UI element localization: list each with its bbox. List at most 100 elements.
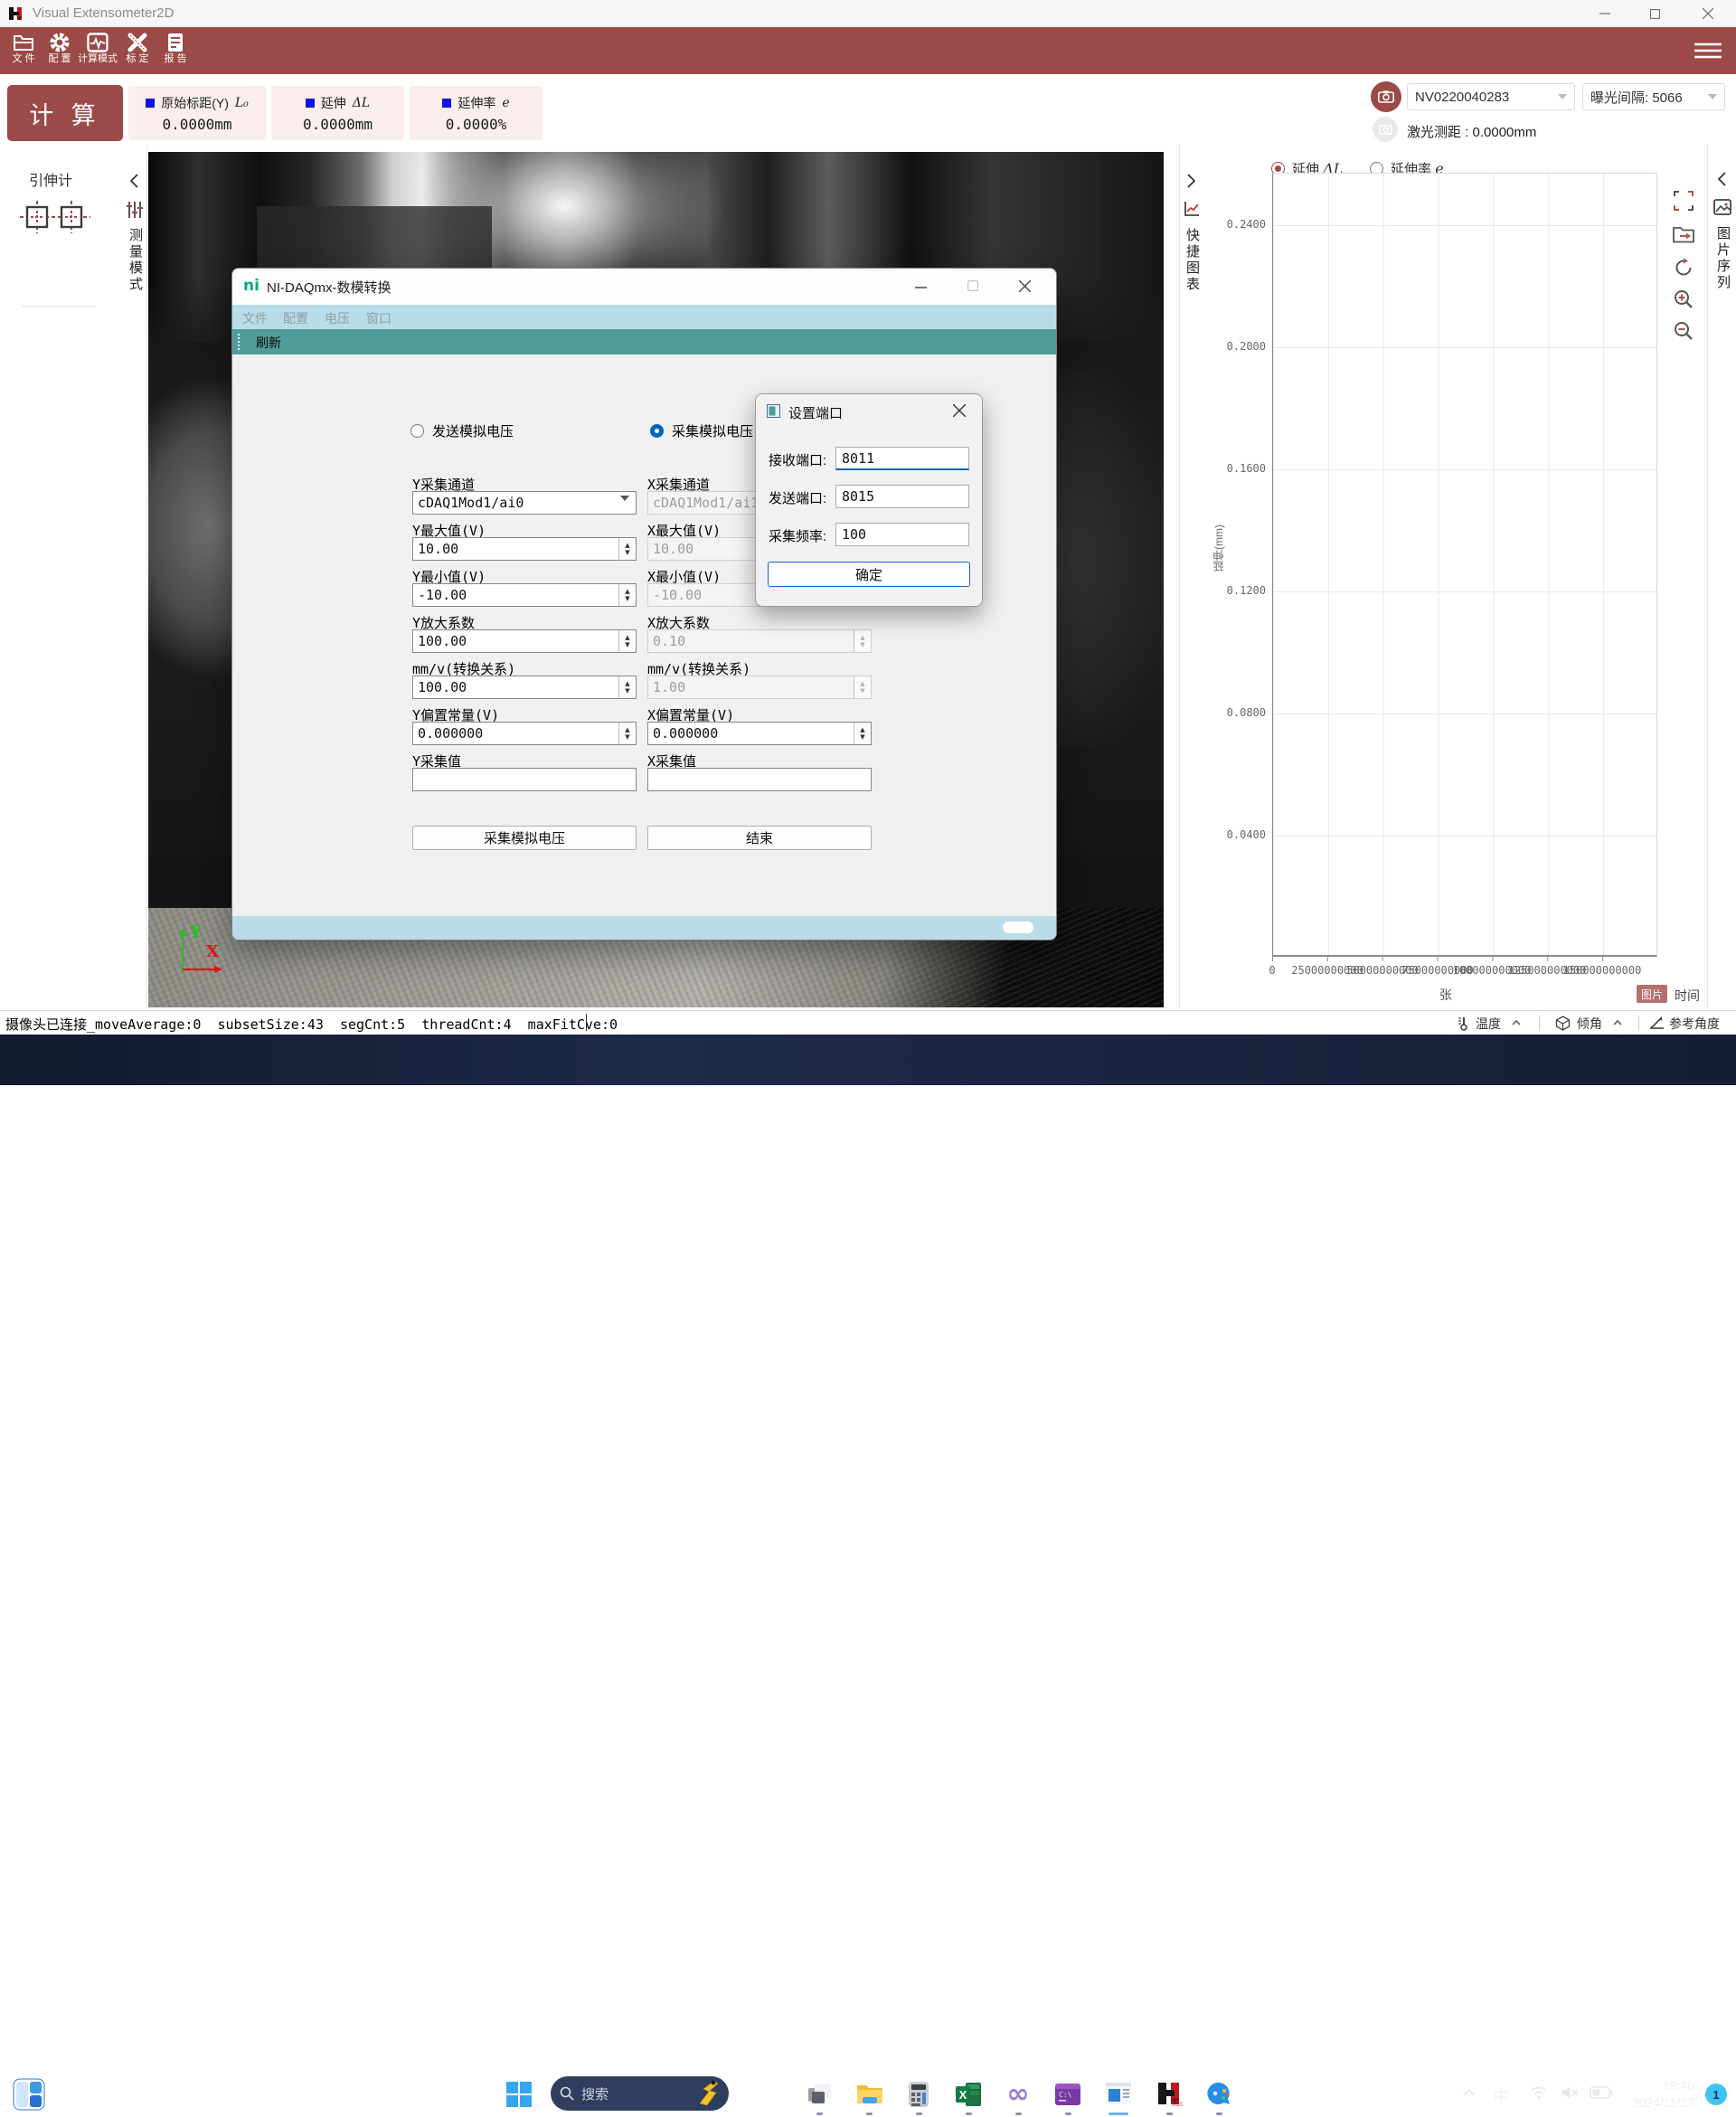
image-icon[interactable] xyxy=(1713,199,1731,215)
export-folder-icon[interactable] xyxy=(1671,222,1696,247)
y-offset-spinner[interactable]: 0.000000▲▼ xyxy=(412,722,637,745)
spinner-buttons[interactable]: ▲▼ xyxy=(618,538,636,560)
scrollbar-thumb[interactable] xyxy=(1003,921,1033,933)
nidaq-dialog-title: NI-DAQmx-数模转换 xyxy=(267,278,392,297)
active-app-highlight[interactable] xyxy=(1096,2072,1141,2117)
zoom-in-icon[interactable] xyxy=(1671,287,1696,312)
menu-voltage[interactable]: 电压 xyxy=(325,309,350,327)
x-mode-image-toggle[interactable]: 图片 xyxy=(1637,985,1667,1003)
maximize-button[interactable] xyxy=(1634,0,1675,27)
chat-app-icon[interactable] xyxy=(1199,2074,1239,2114)
sample-rate-input[interactable]: 100 xyxy=(835,523,969,546)
ime-indicator[interactable]: 中 xyxy=(1494,2084,1509,2106)
reference-angle-toggle[interactable]: 参考角度 xyxy=(1669,1015,1720,1033)
wifi-icon[interactable] xyxy=(1530,2085,1548,2100)
task-view-icon[interactable] xyxy=(800,2074,840,2114)
spinner-buttons: ▲▼ xyxy=(854,630,871,652)
tray-date: 2024/11/27 xyxy=(1624,2094,1694,2112)
field-label: 接收端口: xyxy=(769,450,826,469)
x-sample-value-field[interactable] xyxy=(647,768,872,791)
calculate-button[interactable]: 计 算 xyxy=(7,85,123,141)
end-button[interactable]: 结束 xyxy=(647,826,872,850)
spinner-buttons[interactable]: ▲▼ xyxy=(618,630,636,652)
refresh-menu-button[interactable]: 刷新 xyxy=(256,334,281,352)
close-button[interactable] xyxy=(953,404,966,417)
nidaq-dialog-titlebar[interactable]: ni NI-DAQmx-数模转换 xyxy=(232,269,1056,305)
close-button[interactable] xyxy=(1687,0,1729,27)
chevron-up-icon[interactable] xyxy=(1613,1020,1622,1025)
exposure-interval-dropdown[interactable]: 曝光间隔: 5066 xyxy=(1582,83,1725,110)
maximize-button[interactable] xyxy=(967,280,978,291)
search-box[interactable]: 搜索 xyxy=(551,2076,729,2111)
excel-icon[interactable]: X xyxy=(948,2074,988,2114)
camera-icon[interactable] xyxy=(1371,81,1401,112)
y-gain-spinner[interactable]: 100.00▲▼ xyxy=(412,629,637,653)
spinner-buttons[interactable]: ▲▼ xyxy=(618,584,636,606)
y-mmv-spinner[interactable]: 100.00▲▼ xyxy=(412,676,637,699)
file-explorer-icon[interactable] xyxy=(850,2074,890,2114)
line-chart-icon[interactable] xyxy=(1184,201,1200,217)
menu-config[interactable]: 配置 xyxy=(283,309,308,327)
battery-icon[interactable] xyxy=(1590,2086,1613,2099)
close-button[interactable] xyxy=(1019,280,1031,292)
menu-window[interactable]: 窗口 xyxy=(366,309,392,327)
toolbar-drag-handle[interactable] xyxy=(238,334,242,350)
calculator-icon[interactable] xyxy=(899,2074,939,2114)
spinner-buttons[interactable]: ▲▼ xyxy=(618,676,636,698)
field-label: 发送端口: xyxy=(769,488,826,507)
refresh-icon[interactable] xyxy=(1671,255,1696,280)
spinner-buttons[interactable]: ▲▼ xyxy=(618,723,636,744)
minimize-button[interactable] xyxy=(915,281,927,292)
chevron-up-icon[interactable] xyxy=(1512,1020,1521,1025)
zoom-out-icon[interactable] xyxy=(1671,318,1696,344)
radio-acquire-voltage[interactable]: 采集模拟电压 xyxy=(650,421,753,440)
expand-right-icon[interactable] xyxy=(1187,174,1195,188)
acquire-voltage-button[interactable]: 采集模拟电压 xyxy=(412,826,637,850)
y-max-spinner[interactable]: 10.00▲▼ xyxy=(412,537,637,561)
extensometer-app-icon[interactable]: S-2D xyxy=(1149,2074,1189,2114)
notification-badge[interactable]: 1 xyxy=(1705,2084,1727,2105)
x-mode-time-toggle[interactable]: 时间 xyxy=(1675,987,1700,1005)
search-highlight-image[interactable] xyxy=(696,2080,720,2107)
stat-card-elongation: 延伸ΔL 0.0000mm xyxy=(271,86,404,140)
collapse-left-icon[interactable] xyxy=(1718,172,1726,186)
minimize-button[interactable] xyxy=(1584,0,1626,27)
y-min-spinner[interactable]: -10.00▲▼ xyxy=(412,583,637,607)
chart-plot-area[interactable] xyxy=(1272,173,1657,957)
y-channel-combobox[interactable]: cDAQ1Mod1/ai0 xyxy=(412,491,637,515)
terminal-icon[interactable]: C:\ xyxy=(1048,2074,1088,2114)
y-sample-value-field[interactable] xyxy=(412,768,637,791)
radio-send-voltage[interactable]: 发送模拟电压 xyxy=(410,421,514,440)
sliders-icon[interactable] xyxy=(127,201,143,219)
ok-button[interactable]: 确定 xyxy=(768,562,970,587)
camera-select-dropdown[interactable]: NV0220040283 xyxy=(1407,83,1575,110)
menu-file[interactable]: 文件 xyxy=(242,309,268,327)
toolbar-calibrate-button[interactable]: 标 定 xyxy=(116,27,159,74)
tray-chevron-up-icon[interactable] xyxy=(1463,2089,1476,2096)
visual-studio-icon[interactable]: ∞ xyxy=(998,2074,1038,2114)
widgets-icon[interactable] xyxy=(13,2078,45,2111)
receive-port-input[interactable]: 8011 xyxy=(835,447,969,470)
nidaq-bottom-scrollbar[interactable] xyxy=(232,916,1056,940)
measure-mode-label[interactable]: 测量模式 xyxy=(126,228,144,293)
send-port-input[interactable]: 8015 xyxy=(835,485,969,508)
clock[interactable]: 19:40 2024/11/27 xyxy=(1624,2077,1694,2112)
pulse-icon xyxy=(76,32,119,53)
excel-letter: X xyxy=(959,2088,967,2102)
hamburger-menu-icon[interactable] xyxy=(1694,42,1722,60)
toolbar-config-button[interactable]: 配 置 xyxy=(38,27,81,74)
spinner-buttons[interactable]: ▲▼ xyxy=(854,723,871,744)
toolbar-report-button[interactable]: 报 告 xyxy=(154,27,197,74)
temperature-toggle[interactable]: 温度 xyxy=(1476,1015,1501,1033)
tilt-toggle[interactable]: 倾角 xyxy=(1577,1015,1602,1033)
x-offset-spinner[interactable]: 0.000000▲▼ xyxy=(647,722,872,745)
quick-chart-label[interactable]: 快捷图表 xyxy=(1183,228,1201,293)
stat-value: 0.0000mm xyxy=(271,116,404,133)
start-button[interactable] xyxy=(499,2074,539,2114)
extensometer-icon[interactable] xyxy=(20,199,90,235)
collapse-left-icon[interactable] xyxy=(130,174,138,188)
volume-muted-icon[interactable] xyxy=(1561,2085,1580,2100)
image-sequence-label[interactable]: 图片序列 xyxy=(1713,226,1731,291)
fullscreen-icon[interactable] xyxy=(1671,188,1696,213)
toolbar-calc-mode-button[interactable]: 计算模式 xyxy=(76,27,119,74)
